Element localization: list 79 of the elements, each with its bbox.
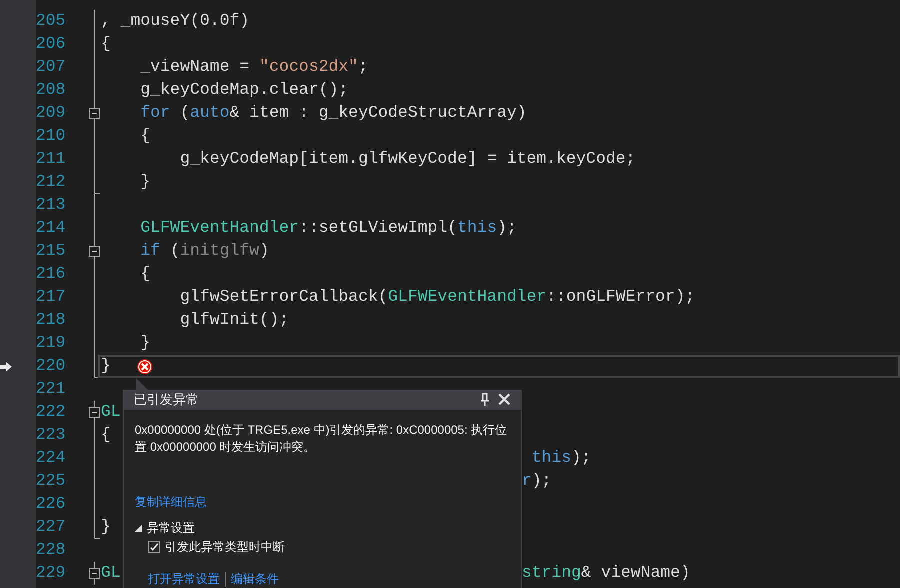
code-token: g_keyCodeMap[item.glfwKeyCode] = item.keyCode;: [179, 148, 636, 170]
code-token: for: [140, 102, 170, 124]
code-token: this: [457, 217, 498, 240]
collapse-icon[interactable]: [89, 562, 101, 585]
expanded-triangle-icon[interactable]: [135, 524, 142, 532]
code-token: this: [530, 447, 572, 470]
code-token: auto: [190, 102, 230, 124]
checkbox-label: 引发此异常类型时中断: [165, 539, 285, 556]
line-number: 213: [36, 194, 63, 216]
code-token: glfwSetErrorCallback(: [179, 286, 388, 308]
checkbox[interactable]: [148, 541, 160, 553]
settings-link[interactable]: 编辑条件: [231, 570, 279, 588]
collapse-icon[interactable]: [89, 102, 101, 125]
collapse-icon[interactable]: [89, 240, 101, 263]
line-number: 218: [36, 309, 63, 332]
code-token: (: [179, 102, 190, 124]
settings-heading: 异常设置: [147, 520, 195, 537]
copy-details-link[interactable]: 复制详细信息: [124, 493, 218, 511]
code-token: );: [497, 217, 517, 240]
line-number: 209: [36, 102, 63, 124]
code-token: }: [101, 516, 111, 538]
code-token: }: [101, 355, 111, 378]
code-token: GLFWEventHandler: [388, 286, 547, 308]
line-number: 211: [36, 148, 63, 170]
code-token: );: [532, 470, 552, 492]
code-token: initglfw: [180, 240, 260, 262]
line-number: 207: [36, 56, 63, 78]
code-token: , _mouseY(0.0f): [101, 10, 250, 32]
code-token: (: [169, 240, 180, 262]
code-token: r: [522, 470, 532, 492]
line-number: 216: [36, 263, 63, 286]
close-icon[interactable]: [498, 393, 511, 406]
line-number: 228: [36, 539, 63, 562]
code-token: }: [140, 332, 151, 354]
code-token: string: [522, 562, 582, 584]
exception-message: 0x00000000 处(位于 TRGE5.exe 中)引发的异常: 0xC0000005: 执行位置 0x00000000 时发生访问冲突。: [134, 422, 508, 456]
line-number: 222: [36, 401, 63, 424]
line-number: 229: [36, 562, 63, 584]
code-token: ;: [358, 56, 368, 78]
line-number: 215: [36, 240, 63, 262]
line-number: 217: [36, 286, 63, 308]
code-token: );: [572, 447, 592, 470]
code-token: {: [101, 33, 111, 56]
line-number: 205: [36, 10, 63, 32]
code-token: {: [140, 263, 151, 286]
code-token: {: [140, 125, 151, 148]
code-token: GLFWEventHandler: [140, 217, 300, 240]
popup-title: 已引发异常: [134, 391, 200, 409]
code-token: if: [140, 240, 160, 262]
code-token: GL: [101, 401, 121, 424]
line-number: 227: [36, 516, 63, 538]
code-token: glfwInit();: [179, 309, 290, 332]
code-token: ::setGLViewImpl(: [299, 217, 458, 240]
settings-link[interactable]: 打开异常设置: [148, 570, 220, 588]
code-token: }: [140, 171, 151, 194]
code-token: & viewName): [581, 562, 690, 584]
pin-icon[interactable]: [480, 392, 490, 407]
current-line-arrow-icon: [0, 362, 12, 372]
code-token: {: [101, 424, 111, 446]
line-number: 224: [36, 447, 63, 470]
code-token: & item : g_keyCodeStructArray): [230, 102, 527, 124]
line-number: 223: [36, 424, 63, 446]
line-number: 212: [36, 171, 63, 194]
code-token: ::onGLFWError);: [546, 286, 696, 308]
line-number: 206: [36, 33, 63, 56]
line-number: 214: [36, 217, 63, 240]
line-number: 220: [36, 355, 63, 378]
line-number: 226: [36, 493, 63, 516]
line-number: 208: [36, 79, 63, 102]
code-token: GL: [101, 562, 121, 584]
collapse-icon[interactable]: [89, 401, 101, 424]
line-number: 225: [36, 470, 63, 492]
line-number: 219: [36, 332, 63, 354]
code-token: _viewName =: [140, 56, 251, 78]
code-token: "cocos2dx": [259, 56, 358, 78]
code-token: ): [259, 240, 270, 262]
line-number: 210: [36, 125, 63, 148]
line-number: 221: [36, 378, 63, 400]
code-token: g_keyCodeMap.clear();: [140, 79, 349, 102]
